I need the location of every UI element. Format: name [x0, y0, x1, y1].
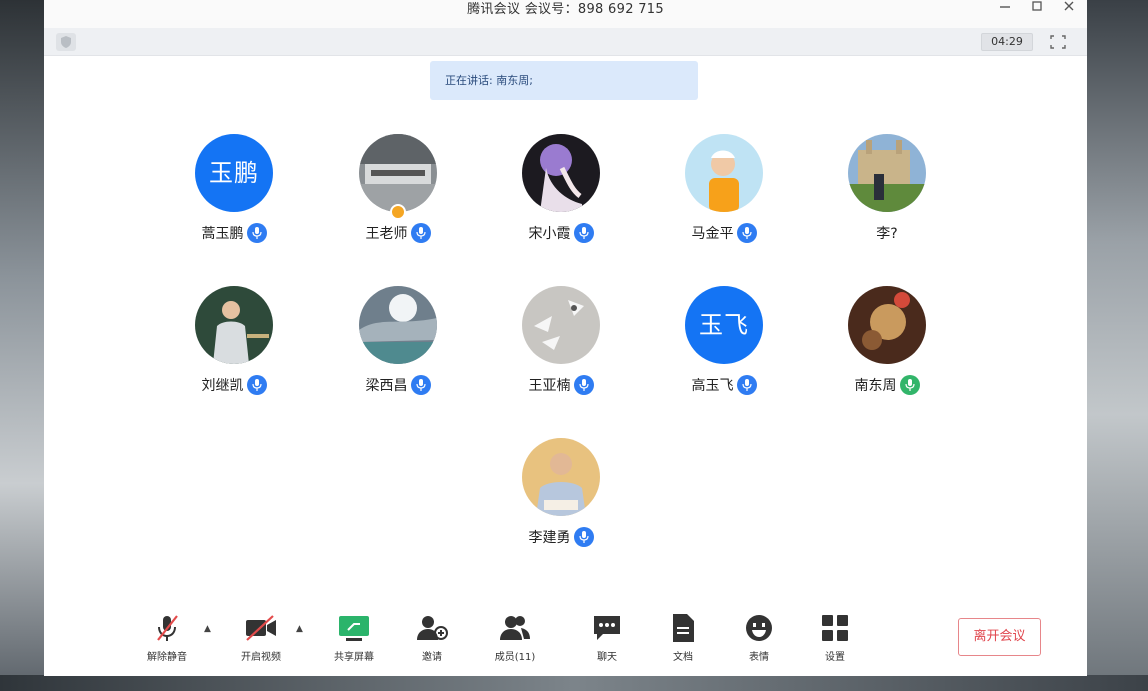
video-options-caret-icon[interactable]: ▲ [296, 624, 303, 634]
audio-options-caret-icon[interactable]: ▲ [204, 624, 211, 634]
participant-tile[interactable]: 王老师 [338, 134, 458, 254]
security-shield-icon[interactable] [56, 33, 76, 51]
participant-name: 蒿玉鹏 [201, 226, 244, 242]
documents-label: 文档 [673, 652, 693, 663]
start-video-label: 开启视频 [241, 652, 281, 663]
video-off-icon [226, 612, 296, 644]
participant-tile[interactable]: 王亚楠 [501, 286, 621, 406]
microphone-icon[interactable] [573, 375, 594, 395]
background-right [1086, 0, 1148, 691]
microphone-icon[interactable] [736, 375, 757, 395]
participant-tile[interactable]: 李建勇 [501, 438, 621, 558]
participant-tile[interactable]: 玉鹏 蒿玉鹏 [174, 134, 294, 254]
microphone-icon[interactable] [246, 223, 267, 243]
share-screen-icon [319, 612, 389, 644]
avatar [685, 134, 763, 212]
chat-button[interactable]: 聊天 [572, 612, 642, 663]
avatar: 玉鹏 [195, 134, 273, 212]
members-button[interactable]: 成员(11) [480, 612, 550, 663]
microphone-icon[interactable] [410, 375, 431, 395]
avatar [848, 134, 926, 212]
unmute-label: 解除静音 [147, 652, 187, 663]
participant-name: 南东周 [854, 378, 897, 394]
settings-button[interactable]: 设置 [800, 612, 870, 663]
meeting-info-strip: 04:29 [44, 28, 1087, 56]
participant-name: 李建勇 [528, 530, 571, 546]
avatar [522, 438, 600, 516]
avatar [195, 286, 273, 364]
participant-tile[interactable]: 玉飞 高玉飞 [664, 286, 784, 406]
document-icon [648, 612, 718, 644]
title-bar: 腾讯会议 会议号：898 692 715 [44, 0, 1087, 28]
microphone-icon[interactable] [573, 223, 594, 243]
participant-tile[interactable]: 刘继凯 [174, 286, 294, 406]
window-title: 腾讯会议 会议号：898 692 715 [467, 2, 664, 17]
participant-name: 宋小霞 [528, 226, 571, 242]
avatar [359, 286, 437, 364]
participant-name: 马金平 [691, 226, 734, 242]
reactions-button[interactable]: 表情 [724, 612, 794, 663]
participant-tile[interactable]: 马金平 [664, 134, 784, 254]
share-screen-label: 共享屏幕 [334, 652, 374, 663]
participant-name: 王亚楠 [528, 378, 571, 394]
settings-grid-icon [800, 612, 870, 644]
settings-label: 设置 [825, 652, 845, 663]
members-label: 成员(11) [494, 652, 536, 663]
avatar [848, 286, 926, 364]
participant-name: 梁西昌 [365, 378, 408, 394]
active-speaker-banner: 正在讲话: 南东周; [430, 61, 698, 100]
background-bottom [0, 675, 1148, 691]
invite-button[interactable]: 邀请 [397, 612, 467, 663]
meeting-window: 腾讯会议 会议号：898 692 715 04:29 正在讲话: 南东周; 玉鹏… [44, 0, 1087, 676]
participant-tile[interactable]: 梁西昌 [338, 286, 458, 406]
avatar [522, 286, 600, 364]
participant-tile[interactable]: 南东周 [827, 286, 947, 406]
add-user-icon [397, 612, 467, 644]
host-badge-icon [390, 204, 406, 220]
fullscreen-icon[interactable] [1048, 33, 1068, 51]
share-screen-button[interactable]: 共享屏幕 [319, 612, 389, 663]
chat-bubble-icon [572, 612, 642, 644]
unmute-button[interactable]: 解除静音 [132, 612, 202, 663]
participant-name: 李? [876, 226, 898, 242]
reactions-label: 表情 [749, 652, 769, 663]
maximize-icon[interactable] [1026, 0, 1048, 17]
microphone-active-icon[interactable] [899, 375, 920, 395]
participant-tile[interactable]: 李? [827, 134, 947, 254]
documents-button[interactable]: 文档 [648, 612, 718, 663]
muted-microphone-icon [132, 612, 202, 644]
participant-name: 刘继凯 [201, 378, 244, 394]
members-icon [480, 612, 550, 644]
avatar [522, 134, 600, 212]
avatar [359, 134, 437, 212]
participant-tile[interactable]: 宋小霞 [501, 134, 621, 254]
microphone-icon[interactable] [410, 223, 431, 243]
smiley-icon [724, 612, 794, 644]
leave-meeting-button[interactable]: 离开会议 [958, 618, 1041, 656]
start-video-button[interactable]: 开启视频 [226, 612, 296, 663]
chat-label: 聊天 [597, 652, 617, 663]
microphone-icon[interactable] [246, 375, 267, 395]
bottom-toolbar: 解除静音 ▲ 开启视频 ▲ 共享屏幕 邀请 成员(11) 聊天 文档 表情 设置… [44, 600, 1087, 676]
meeting-timer: 04:29 [981, 33, 1033, 51]
participant-name: 王老师 [365, 226, 408, 242]
close-icon[interactable] [1058, 0, 1080, 17]
avatar: 玉飞 [685, 286, 763, 364]
minimize-icon[interactable] [994, 0, 1016, 17]
participant-name: 高玉飞 [691, 378, 734, 394]
microphone-icon[interactable] [736, 223, 757, 243]
background-left [0, 0, 44, 691]
microphone-icon[interactable] [573, 527, 594, 547]
invite-label: 邀请 [422, 652, 442, 663]
